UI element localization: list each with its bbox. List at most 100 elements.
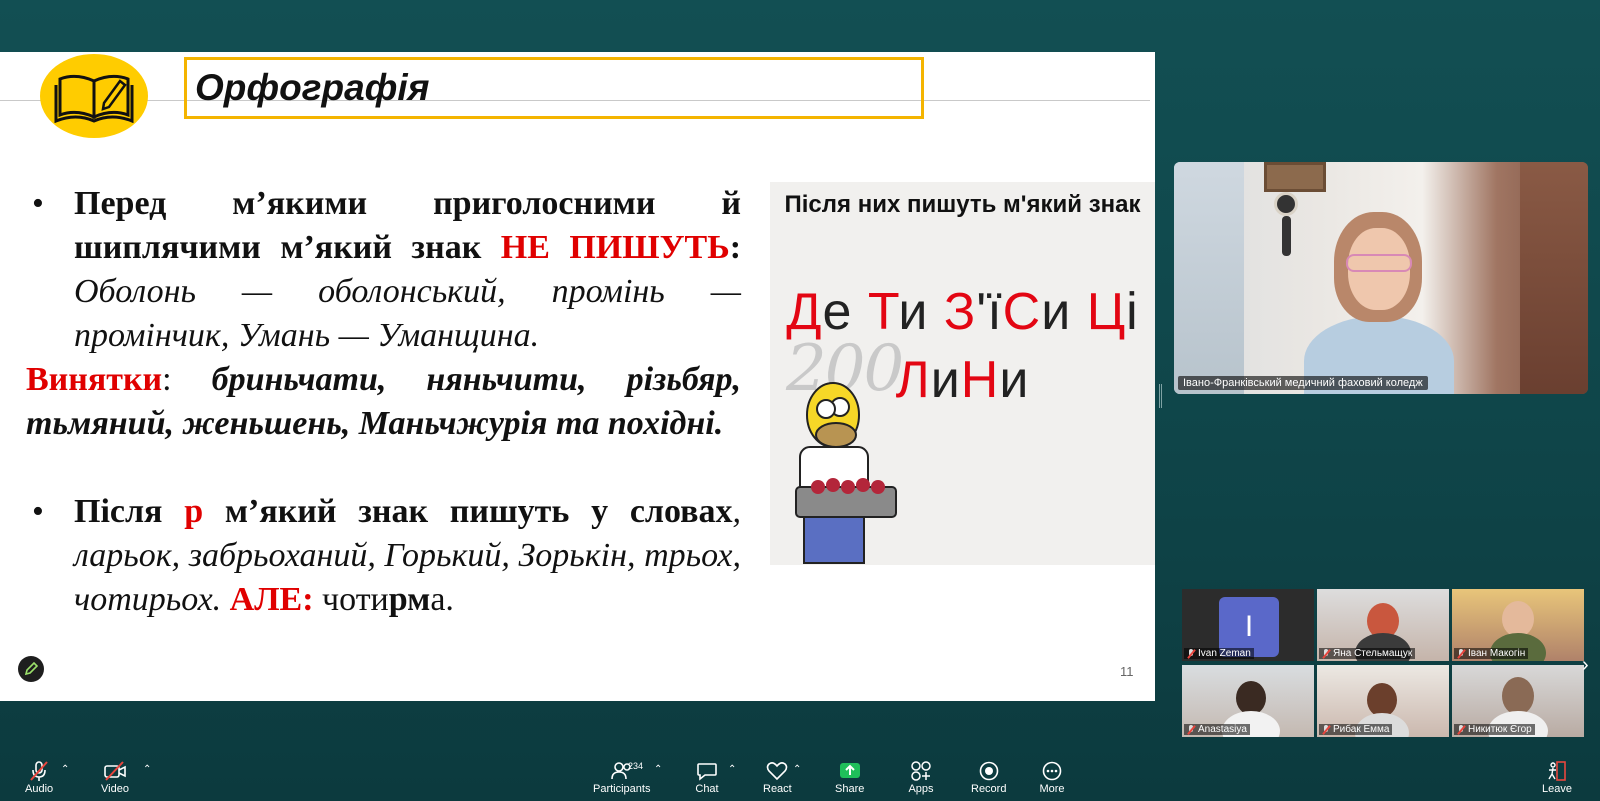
participant-name: Яна Стельмащук bbox=[1333, 648, 1413, 659]
mnemonic-illustration: Після них пишуть м'який знак 200 Де Ти З… bbox=[770, 182, 1155, 565]
meeting-toolbar: Audio ⌃ Video ⌃ Participants 234 ⌃ Chat … bbox=[0, 760, 1600, 801]
rule-text: м’який знак пишуть у словах bbox=[203, 493, 733, 530]
apps-icon bbox=[908, 760, 934, 782]
mic-muted-icon bbox=[1187, 648, 1195, 659]
mic-muted-icon bbox=[1457, 724, 1465, 735]
rule-bullet-2: • Після р м’який знак пишуть у словах, л… bbox=[26, 490, 741, 622]
audio-options-chevron-icon[interactable]: ⌃ bbox=[61, 764, 69, 775]
chat-icon bbox=[694, 760, 720, 782]
exceptions-paragraph: Винятки: бриньчати, няньчити, різьбяр, т… bbox=[26, 358, 741, 446]
mnemonic-letter: и bbox=[898, 283, 944, 341]
participant-tile[interactable]: Яна Стельмащук bbox=[1317, 589, 1449, 661]
more-label: More bbox=[1039, 783, 1065, 795]
mnemonic-letter: 'ї bbox=[976, 283, 1003, 341]
leave-button[interactable]: Leave bbox=[1542, 760, 1572, 795]
rule-tail-bold: рм bbox=[388, 581, 431, 618]
chat-options-chevron-icon[interactable]: ⌃ bbox=[728, 764, 736, 775]
mic-muted-icon bbox=[26, 760, 52, 782]
participant-tile[interactable]: Никитюк Єгор bbox=[1452, 665, 1584, 737]
participant-name: Ivan Zeman bbox=[1198, 648, 1251, 659]
participant-name-label: Anastasiya bbox=[1184, 724, 1250, 735]
heart-icon bbox=[764, 760, 790, 782]
participant-name: Рибак Емма bbox=[1333, 724, 1390, 735]
share-button[interactable]: Share bbox=[835, 760, 864, 795]
react-button[interactable]: React bbox=[763, 760, 792, 795]
speaker-figure bbox=[1346, 254, 1412, 272]
participant-tile[interactable]: Anastasiya bbox=[1182, 665, 1314, 737]
exceptions-label: Винятки bbox=[26, 361, 163, 398]
mnemonic-letter: Т bbox=[867, 283, 899, 341]
share-label: Share bbox=[835, 783, 865, 795]
camera-off-icon bbox=[102, 760, 128, 782]
panel-resize-handle[interactable] bbox=[1159, 384, 1162, 408]
participant-video bbox=[1367, 683, 1397, 717]
video-button[interactable]: Video bbox=[101, 760, 129, 795]
shared-slide: Орфографія • Перед м’якими приголосними … bbox=[0, 52, 1155, 701]
bullet-dot: • bbox=[32, 493, 44, 530]
speaker-name-label: Івано-Франківський медичний фаховий коле… bbox=[1178, 376, 1428, 390]
participant-name: Anastasiya bbox=[1198, 724, 1247, 735]
rule-examples: Оболонь — оболонський, промінь — промінч… bbox=[74, 273, 741, 354]
audio-label: Audio bbox=[25, 783, 54, 795]
mnemonic-letter: і bbox=[1126, 283, 1139, 341]
participants-count-badge: 234 bbox=[628, 761, 644, 771]
participants-options-chevron-icon[interactable]: ⌃ bbox=[654, 764, 662, 775]
react-options-chevron-icon[interactable]: ⌃ bbox=[793, 764, 801, 775]
video-options-chevron-icon[interactable]: ⌃ bbox=[143, 764, 151, 775]
share-screen-icon bbox=[837, 760, 863, 782]
mic-muted-icon bbox=[1187, 724, 1195, 735]
slide-title: Орфографія bbox=[195, 67, 430, 108]
more-button[interactable]: More bbox=[1039, 760, 1065, 795]
rule-emphasis: НЕ ПИШУТЬ bbox=[500, 229, 730, 266]
participant-name-label: Ivan Zeman bbox=[1184, 648, 1254, 659]
video-background bbox=[1282, 216, 1291, 256]
mnemonic-letter: е bbox=[822, 283, 868, 341]
react-label: React bbox=[763, 783, 792, 795]
participant-tile[interactable]: I Ivan Zeman bbox=[1182, 589, 1314, 661]
video-background bbox=[1174, 162, 1244, 394]
illustration-caption: Після них пишуть м'який знак bbox=[784, 191, 1141, 218]
participant-video bbox=[1502, 601, 1534, 637]
record-label: Record bbox=[971, 783, 1007, 795]
annotate-button[interactable] bbox=[18, 656, 44, 682]
chat-button[interactable]: Chat bbox=[694, 760, 720, 795]
video-background bbox=[1520, 162, 1588, 394]
participant-tile[interactable]: Іван Макогін bbox=[1452, 589, 1584, 661]
rule-emphasis: р bbox=[184, 493, 204, 530]
more-icon bbox=[1039, 760, 1065, 782]
audio-button[interactable]: Audio bbox=[25, 760, 53, 795]
exceptions-colon: : bbox=[162, 361, 212, 398]
rule-tail: чоти bbox=[313, 581, 389, 618]
homer-cartoon bbox=[795, 382, 897, 564]
bullet-dot: • bbox=[32, 185, 44, 222]
mic-muted-icon bbox=[1322, 648, 1330, 659]
rule-comma: , bbox=[732, 493, 742, 530]
speaker-video-tile[interactable]: Івано-Франківський медичний фаховий коле… bbox=[1174, 162, 1588, 394]
mnemonic-letter: Ц bbox=[1086, 283, 1127, 341]
record-button[interactable]: Record bbox=[971, 760, 1006, 795]
pencil-icon bbox=[24, 662, 38, 676]
participant-name-label: Рибак Емма bbox=[1319, 724, 1393, 735]
participant-video bbox=[1236, 681, 1266, 715]
mnemonic-letter: З bbox=[943, 283, 977, 341]
slide-number: 11 bbox=[1120, 664, 1134, 679]
mic-muted-icon bbox=[1457, 648, 1465, 659]
participant-name-label: Никитюк Єгор bbox=[1454, 724, 1535, 735]
leave-door-icon bbox=[1544, 760, 1570, 782]
video-background bbox=[1274, 192, 1298, 216]
participant-grid: I Ivan Zeman Яна Стельмащук Іван Макогін… bbox=[1182, 589, 1584, 737]
mnemonic-line-1: Де Ти З'їСи Ці bbox=[770, 282, 1155, 342]
mnemonic-letter: и bbox=[930, 351, 961, 409]
apps-button[interactable]: Apps bbox=[908, 760, 934, 795]
participant-tile[interactable]: Рибак Емма bbox=[1317, 665, 1449, 737]
slide-title-box: Орфографія bbox=[184, 57, 924, 119]
mnemonic-letter: Н bbox=[960, 351, 1000, 409]
apps-label: Apps bbox=[908, 783, 934, 795]
mnemonic-letter: С bbox=[1002, 283, 1042, 341]
rule-text: Після bbox=[74, 493, 185, 530]
next-page-chevron-icon[interactable]: › bbox=[1582, 654, 1589, 677]
slide-body: • Перед м’якими приголосними й шиплячими… bbox=[26, 182, 741, 622]
mic-muted-icon bbox=[1322, 724, 1330, 735]
chat-label: Chat bbox=[695, 783, 719, 795]
participant-name-label: Яна Стельмащук bbox=[1319, 648, 1416, 659]
